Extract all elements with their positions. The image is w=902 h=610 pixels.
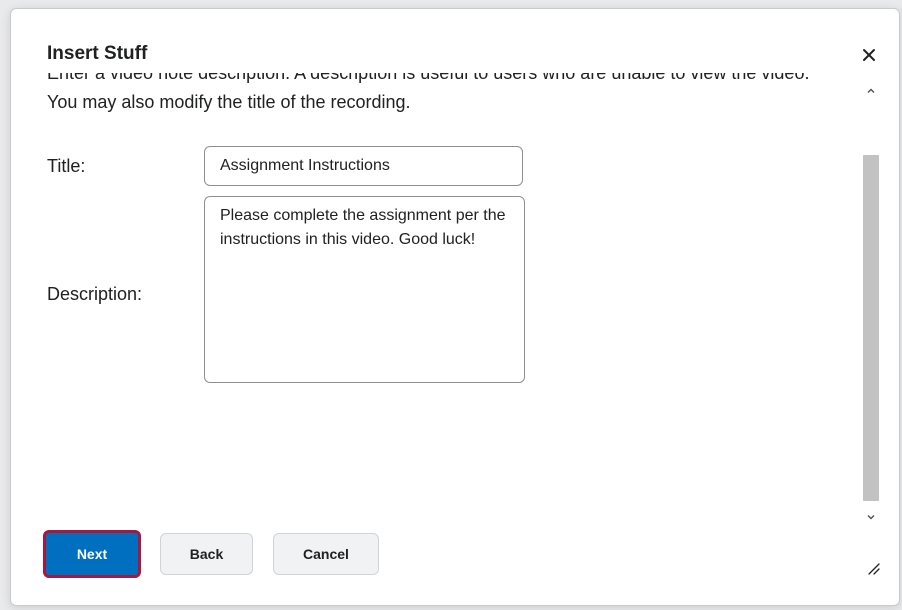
description-label: Description:: [47, 284, 143, 304]
close-button[interactable]: [859, 45, 879, 65]
resize-handle[interactable]: [866, 561, 880, 575]
next-button[interactable]: Next: [46, 533, 138, 575]
title-label: Title:: [47, 156, 86, 176]
chevron-up-icon: [867, 88, 875, 93]
scroll-up-button[interactable]: [865, 84, 877, 96]
description-textarea[interactable]: Please complete the assignment per the i…: [204, 196, 525, 383]
cancel-button[interactable]: Cancel: [273, 533, 379, 575]
dialog-title: Insert Stuff: [47, 43, 148, 64]
title-input[interactable]: [204, 146, 523, 186]
back-button[interactable]: Back: [160, 533, 253, 575]
scroll-down-button[interactable]: [865, 510, 877, 522]
insert-stuff-dialog: Insert Stuff Enter a video note descript…: [10, 8, 900, 606]
scrollbar-thumb[interactable]: [863, 155, 879, 501]
dialog-content: Enter a video note description. A descri…: [11, 73, 861, 517]
close-icon: [863, 49, 875, 61]
dialog-footer: Next Back Cancel: [11, 533, 899, 593]
content-scrollbar[interactable]: [863, 81, 879, 525]
chevron-down-icon: [867, 515, 875, 520]
intro-text: Enter a video note description. A descri…: [47, 73, 810, 112]
resize-grip-icon: [868, 563, 880, 575]
